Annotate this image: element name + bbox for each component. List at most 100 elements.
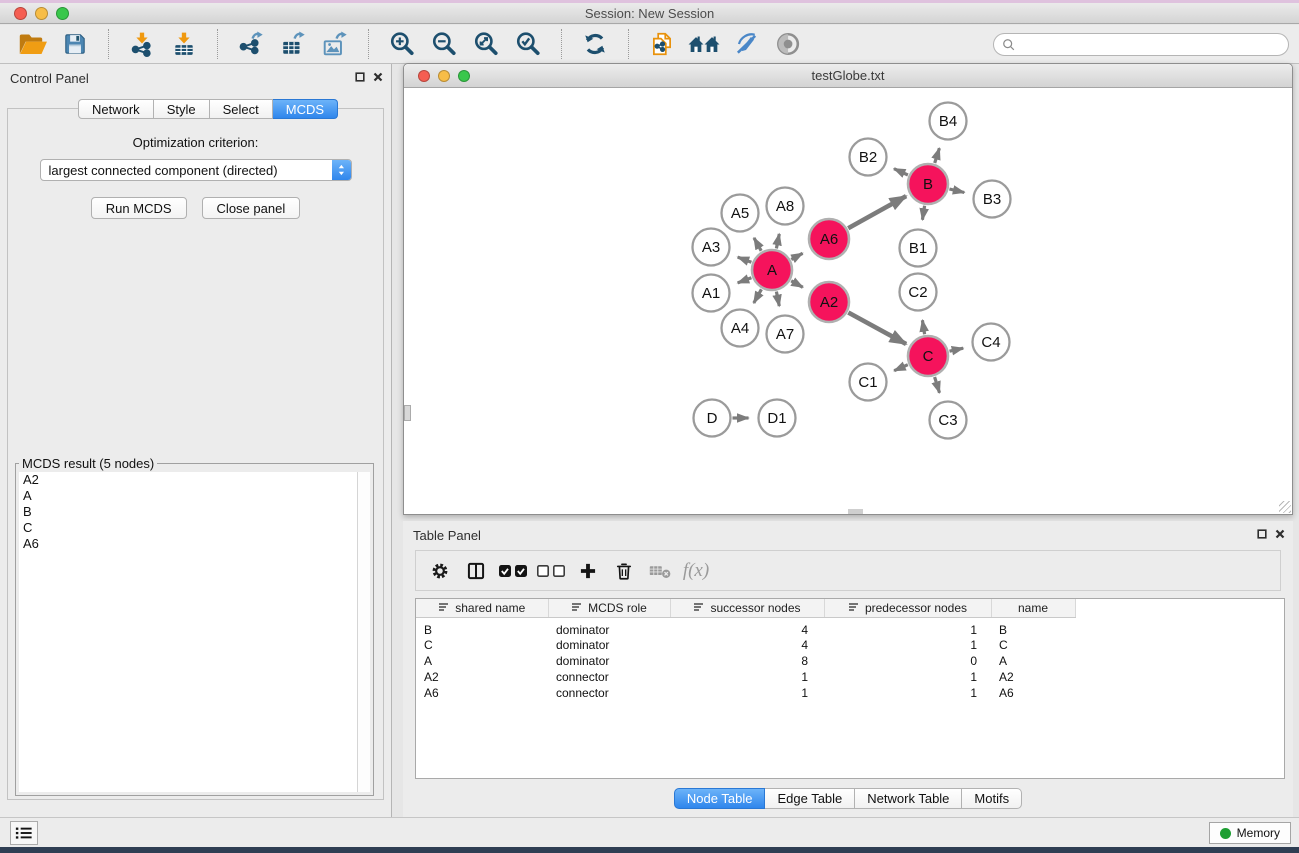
- node-A8[interactable]: A8: [767, 188, 804, 225]
- zoom-in-button[interactable]: [386, 29, 418, 59]
- table-cell[interactable]: A6: [991, 685, 1075, 701]
- table-row[interactable]: Cdominator41C: [416, 637, 1075, 653]
- table-cell[interactable]: 0: [824, 653, 991, 669]
- columns-button[interactable]: [462, 557, 490, 585]
- result-item-a6[interactable]: A6: [19, 536, 357, 552]
- edge-A-A2[interactable]: [791, 281, 803, 288]
- settings-button[interactable]: [426, 557, 454, 585]
- import-network-button[interactable]: [126, 29, 158, 59]
- canvas-hscroll-hint[interactable]: [848, 509, 863, 514]
- table-cell[interactable]: A2: [416, 669, 548, 685]
- float-panel-icon[interactable]: [355, 72, 365, 82]
- table-cell[interactable]: C: [416, 637, 548, 653]
- zoom-selected-button[interactable]: [512, 29, 544, 59]
- close-table-panel-icon[interactable]: [1275, 529, 1285, 539]
- table-row[interactable]: A6connector11A6: [416, 685, 1075, 701]
- edge-A2-C[interactable]: [848, 313, 906, 345]
- table-cell[interactable]: A6: [416, 685, 548, 701]
- run-mcds-button[interactable]: Run MCDS: [91, 197, 187, 219]
- edge-A-A6[interactable]: [791, 253, 802, 259]
- network-canvas[interactable]: B4B2BB3A5A8A6B1A3AC2A1A2A4A7C4CC1DD1C3: [404, 89, 1292, 514]
- eye-button[interactable]: [772, 29, 804, 59]
- delete-button[interactable]: [610, 557, 638, 585]
- table-cell[interactable]: dominator: [548, 637, 670, 653]
- table-row[interactable]: Bdominator41B: [416, 617, 1075, 637]
- table-cell[interactable]: 1: [824, 685, 991, 701]
- edge-A-A7[interactable]: [776, 292, 779, 307]
- node-B[interactable]: B: [908, 164, 948, 204]
- export-table-button[interactable]: [277, 29, 309, 59]
- table-cell[interactable]: dominator: [548, 617, 670, 637]
- node-A1[interactable]: A1: [693, 275, 730, 312]
- node-D1[interactable]: D1: [759, 400, 796, 437]
- node-C1[interactable]: C1: [850, 364, 887, 401]
- edge-B-B1[interactable]: [922, 206, 924, 220]
- tab-motifs[interactable]: Motifs: [962, 788, 1022, 809]
- column-header-predecessor-nodes[interactable]: predecessor nodes: [824, 599, 991, 617]
- zoom-out-button[interactable]: [428, 29, 460, 59]
- node-A7[interactable]: A7: [767, 316, 804, 353]
- edge-B-B4[interactable]: [935, 148, 940, 163]
- node-D[interactable]: D: [694, 400, 731, 437]
- edge-B-B3[interactable]: [949, 189, 964, 193]
- tab-network-table[interactable]: Network Table: [855, 788, 962, 809]
- table-cell[interactable]: B: [416, 617, 548, 637]
- edge-A-A1[interactable]: [738, 278, 752, 283]
- result-scrollbar[interactable]: [357, 472, 370, 792]
- result-item-b[interactable]: B: [19, 504, 357, 520]
- export-image-button[interactable]: [319, 29, 351, 59]
- table-cell[interactable]: 1: [824, 637, 991, 653]
- search-box[interactable]: [993, 33, 1289, 56]
- houses-button[interactable]: [688, 29, 720, 59]
- node-A3[interactable]: A3: [693, 229, 730, 266]
- memory-button[interactable]: Memory: [1209, 822, 1291, 844]
- edge-A-A4[interactable]: [754, 289, 762, 303]
- annotation-visibility-button[interactable]: [730, 29, 762, 59]
- task-history-button[interactable]: [10, 821, 38, 845]
- table-cell[interactable]: 1: [824, 669, 991, 685]
- table-cell[interactable]: 1: [670, 669, 824, 685]
- deselect-all-button[interactable]: [536, 557, 566, 585]
- node-A[interactable]: A: [752, 250, 792, 290]
- result-item-a2[interactable]: A2: [19, 472, 357, 488]
- edge-C-C4[interactable]: [950, 348, 964, 351]
- edge-A-A8[interactable]: [776, 234, 779, 249]
- open-file-button[interactable]: [17, 29, 49, 59]
- canvas-vscroll-hint[interactable]: [404, 405, 411, 421]
- node-A5[interactable]: A5: [722, 195, 759, 232]
- node-C4[interactable]: C4: [973, 324, 1010, 361]
- table-cell[interactable]: A: [991, 653, 1075, 669]
- edge-C-C3[interactable]: [935, 377, 940, 393]
- table-cell[interactable]: 1: [824, 617, 991, 637]
- result-item-c[interactable]: C: [19, 520, 357, 536]
- edge-C-C1[interactable]: [894, 365, 908, 371]
- tab-mcds[interactable]: MCDS: [273, 99, 338, 119]
- table-cell[interactable]: dominator: [548, 653, 670, 669]
- zoom-fit-button[interactable]: [470, 29, 502, 59]
- select-all-button[interactable]: [498, 557, 528, 585]
- table-cell[interactable]: A: [416, 653, 548, 669]
- tab-node-table[interactable]: Node Table: [674, 788, 766, 809]
- tab-edge-table[interactable]: Edge Table: [765, 788, 855, 809]
- table-row[interactable]: Adominator80A: [416, 653, 1075, 669]
- edge-B-B2[interactable]: [894, 169, 908, 175]
- close-panel-icon[interactable]: [373, 72, 383, 82]
- edge-A6-B[interactable]: [848, 196, 906, 228]
- node-A4[interactable]: A4: [722, 310, 759, 347]
- node-C2[interactable]: C2: [900, 274, 937, 311]
- table-cell[interactable]: 4: [670, 617, 824, 637]
- node-A6[interactable]: A6: [809, 219, 849, 259]
- node-A2[interactable]: A2: [809, 282, 849, 322]
- edge-C-C2[interactable]: [922, 320, 924, 334]
- import-table-button[interactable]: [168, 29, 200, 59]
- criterion-select[interactable]: largest connected component (directed): [40, 159, 352, 181]
- window-resize-grip[interactable]: [1279, 501, 1291, 513]
- table-cell[interactable]: 8: [670, 653, 824, 669]
- result-item-a[interactable]: A: [19, 488, 357, 504]
- column-header-successor-nodes[interactable]: successor nodes: [670, 599, 824, 617]
- node-B2[interactable]: B2: [850, 139, 887, 176]
- column-header-name[interactable]: name: [991, 599, 1075, 617]
- edge-A-A3[interactable]: [738, 257, 752, 262]
- table-cell[interactable]: 4: [670, 637, 824, 653]
- column-header-shared-name[interactable]: shared name: [416, 599, 548, 617]
